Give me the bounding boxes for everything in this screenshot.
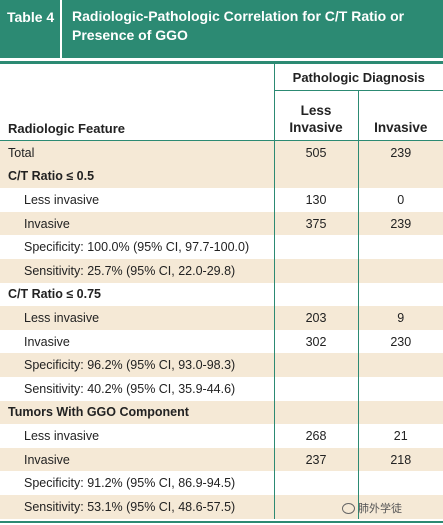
specificity-text: Specificity: 91.2% (95% CI, 86.9-94.5) [24, 476, 236, 491]
less-invasive-value [273, 376, 358, 401]
watermark-text: 肺外学徒 [358, 502, 402, 515]
sensitivity-text: Sensitivity: 40.2% (95% CI, 35.9-44.6) [24, 381, 236, 396]
table-label: Table 4 [0, 0, 62, 58]
row-label: Invasive [0, 211, 274, 236]
invasive-value [357, 235, 443, 259]
table-row: Specificity: 100.0% (95% CI, 97.7-100.0) [0, 235, 443, 259]
specificity-text: Specificity: 96.2% (95% CI, 93.0-98.3) [0, 353, 274, 377]
less-invasive-value: 302 [273, 329, 358, 354]
invasive-value: 239 [357, 211, 443, 236]
row-label: Total [0, 140, 274, 165]
feature-column-header: Radiologic Feature [0, 90, 274, 140]
wechat-icon [342, 502, 355, 514]
less-invasive-value [273, 353, 358, 377]
table-row: Sensitivity: 25.7% (95% CI, 22.0-29.8) [0, 258, 443, 283]
less-invasive-value: 375 [273, 211, 358, 236]
invasive-value [357, 353, 443, 377]
invasive-column-header: Invasive [357, 90, 443, 140]
invasive-value: 218 [357, 447, 443, 472]
less-invasive-value: 237 [273, 447, 358, 472]
less-invasive-value [273, 164, 358, 189]
invasive-value: 21 [357, 424, 443, 448]
row-label: Invasive [0, 447, 274, 472]
less-invasive-value [273, 235, 358, 259]
table-row: Less invasive 130 0 [0, 188, 443, 212]
less-invasive-value: 268 [273, 424, 358, 448]
sensitivity-text: Sensitivity: 53.1% (95% CI, 48.6-57.5) [0, 494, 274, 519]
table-row: Specificity: 96.2% (95% CI, 93.0-98.3) [0, 353, 443, 377]
invasive-value [357, 376, 443, 401]
invasive-value: 9 [357, 306, 443, 330]
table-row: Invasive 375 239 [0, 211, 443, 236]
table-title: Radiologic-Pathologic Correlation for C/… [72, 8, 405, 43]
invasive-value: 230 [357, 329, 443, 354]
invasive-value [357, 471, 443, 495]
less-invasive-value [273, 400, 358, 425]
table-row: Less invasive 203 9 [0, 306, 443, 330]
table-row: C/T Ratio ≤ 0.75 [0, 282, 443, 307]
less-invasive-value: 130 [273, 188, 358, 212]
less-invasive-value: 505 [273, 140, 358, 165]
invasive-value: 0 [357, 188, 443, 212]
row-label: Less invasive [24, 428, 100, 443]
invasive-value: 239 [357, 140, 443, 165]
table-row: Tumors With GGO Component [0, 400, 443, 425]
section-heading: C/T Ratio ≤ 0.75 [8, 287, 101, 302]
less-invasive-value: 203 [273, 306, 358, 330]
row-label: Less invasive [0, 306, 274, 330]
table-row: C/T Ratio ≤ 0.5 [0, 164, 443, 189]
table-row: Sensitivity: 40.2% (95% CI, 35.9-44.6) [0, 376, 443, 401]
invasive-value [357, 258, 443, 283]
specificity-text: Specificity: 100.0% (95% CI, 97.7-100.0) [24, 240, 250, 255]
section-heading: C/T Ratio ≤ 0.5 [0, 164, 274, 189]
correlation-table: Pathologic Diagnosis Radiologic Feature … [0, 64, 443, 519]
table-row: Specificity: 91.2% (95% CI, 86.9-94.5) [0, 471, 443, 495]
section-heading: Tumors With GGO Component [0, 400, 274, 425]
table-row: Less invasive 268 21 [0, 424, 443, 448]
bottom-rule [0, 521, 443, 523]
less-invasive-value [273, 258, 358, 283]
less-invasive-value [273, 282, 358, 307]
row-label: Invasive [24, 334, 70, 349]
group-header: Pathologic Diagnosis [273, 64, 443, 91]
row-label: Less invasive [24, 192, 100, 207]
less-invasive-value [273, 471, 358, 495]
sensitivity-text: Sensitivity: 25.7% (95% CI, 22.0-29.8) [0, 258, 274, 283]
table-header-banner: Table 4 Radiologic-Pathologic Correlatio… [0, 0, 443, 58]
watermark: 肺外学徒 [342, 500, 402, 516]
table-row: Total 505 239 [0, 140, 443, 165]
less-invasive-column-header: Less Invasive [273, 90, 358, 140]
table-row: Invasive 237 218 [0, 447, 443, 472]
table-row: Invasive 302 230 [0, 329, 443, 354]
invasive-value [357, 164, 443, 189]
invasive-value [357, 400, 443, 425]
invasive-value [357, 282, 443, 307]
